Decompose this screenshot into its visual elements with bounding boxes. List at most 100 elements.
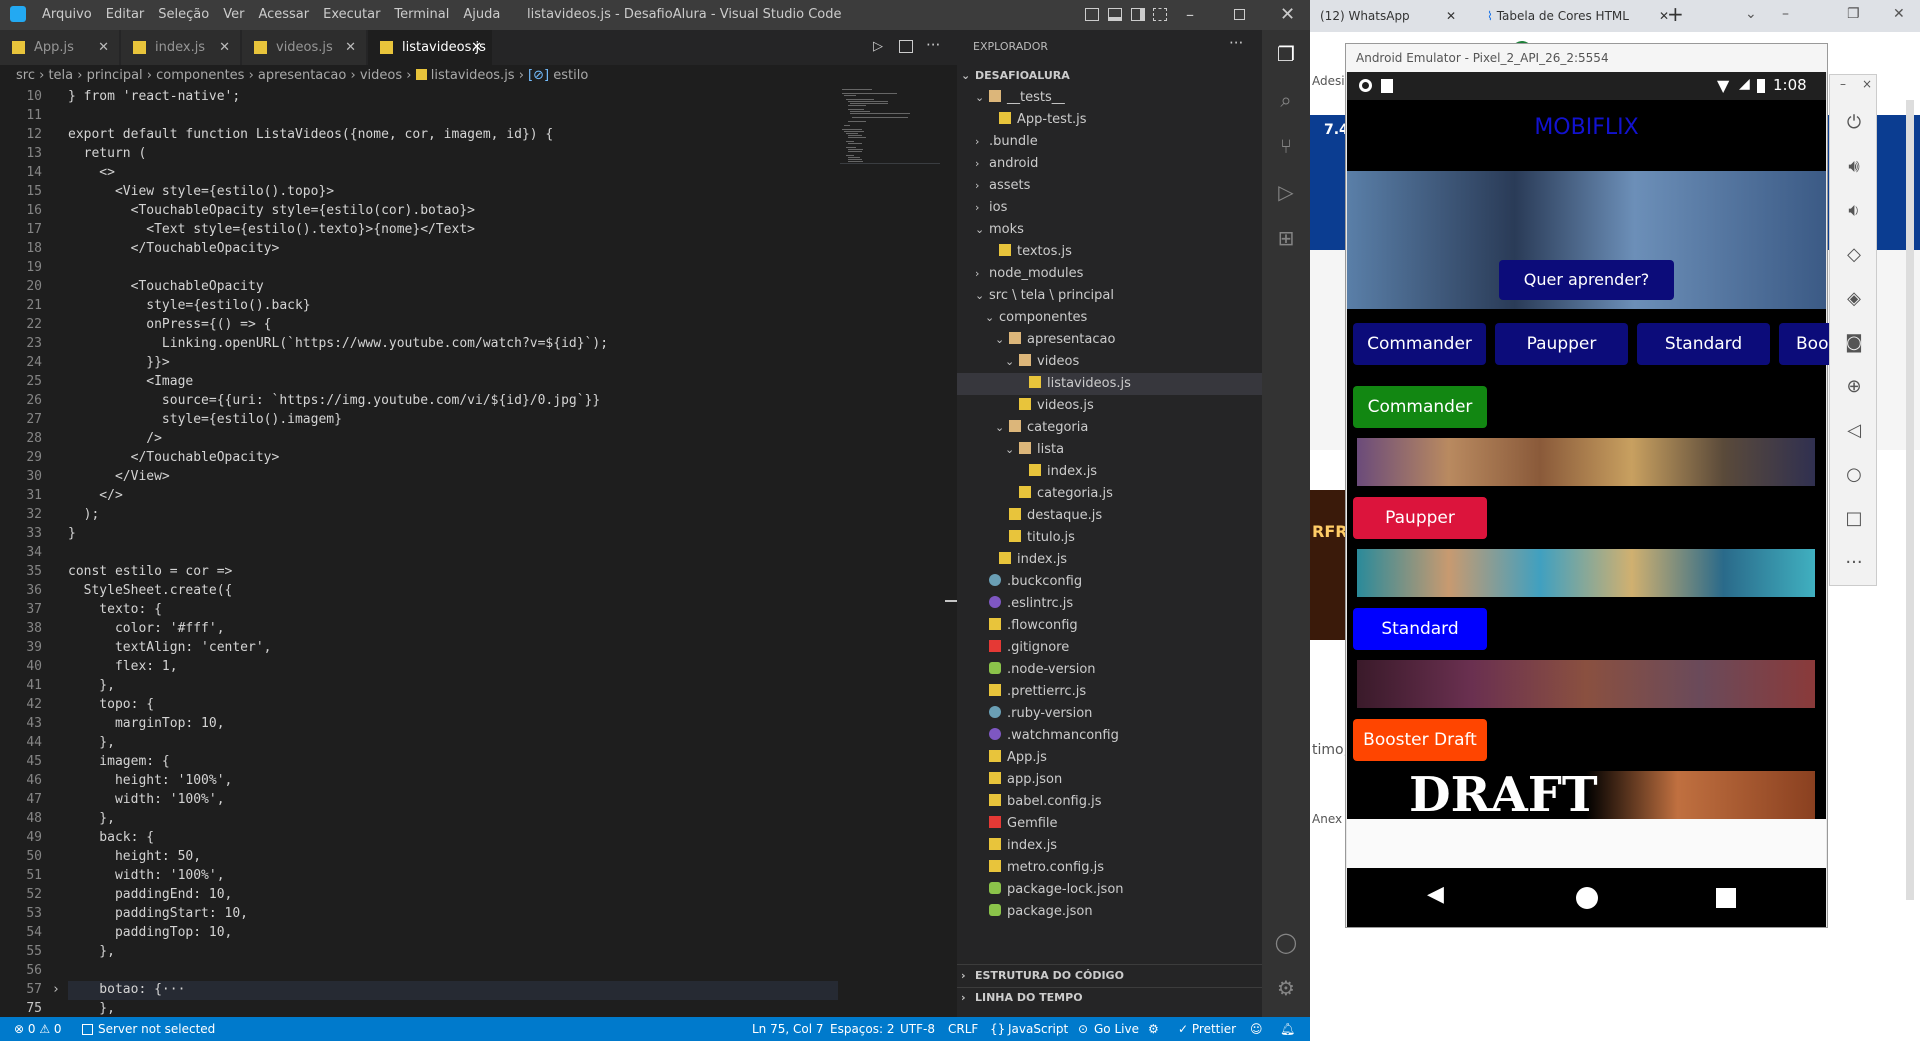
code-line[interactable]: texto: { <box>68 602 162 617</box>
minimize-icon[interactable]: – <box>1186 0 1194 30</box>
breadcrumb-item[interactable]: principal <box>87 68 143 83</box>
screenshot-icon[interactable]: ◙ <box>1842 331 1866 355</box>
close-tab-icon[interactable]: ✕ <box>98 30 109 65</box>
gear-status-icon[interactable]: ⚙ <box>1148 1017 1159 1041</box>
code-line[interactable]: /> <box>68 431 162 446</box>
code-line[interactable]: }}> <box>68 355 169 370</box>
close-window-icon[interactable]: ✕ <box>1280 0 1295 30</box>
explorer-more-icon[interactable]: ··· <box>1229 34 1243 52</box>
code-line[interactable]: <Text style={estilo().texto}>{nome}</Tex… <box>68 222 475 237</box>
cursor-position[interactable]: Ln 75, Col 7 <box>752 1017 824 1041</box>
file-tree-item[interactable]: › ios <box>957 197 1262 219</box>
category-button-standard[interactable]: Standard <box>1353 608 1487 650</box>
file-tree-item[interactable]: .watchmanconfig <box>957 725 1262 747</box>
encoding-status[interactable]: UTF-8 <box>900 1017 935 1041</box>
file-tree-item[interactable]: .prettierrc.js <box>957 681 1262 703</box>
code-line[interactable]: </TouchableOpacity> <box>68 450 280 465</box>
code-line[interactable]: } <box>68 526 76 541</box>
toggle-secondary-sidebar-icon[interactable] <box>1131 8 1145 21</box>
indentation-status[interactable]: Espaços: 2 <box>830 1017 895 1041</box>
file-tree-item[interactable]: destaque.js <box>957 505 1262 527</box>
split-editor-icon[interactable] <box>899 40 913 53</box>
extensions-icon[interactable]: ⊞ <box>1274 226 1298 250</box>
run-debug-icon[interactable]: ▷ <box>1274 180 1298 204</box>
file-tree-item[interactable]: App.js <box>957 747 1262 769</box>
code-line[interactable]: height: 50, <box>68 849 201 864</box>
close-tab-icon[interactable]: ✕ <box>471 30 482 65</box>
code-editor[interactable]: 10} from 'react-native'; 11 12 export defau… <box>0 87 957 1017</box>
video-thumbnail-booster-draft[interactable]: DRAFT <box>1357 771 1815 819</box>
tab-listavideos-js[interactable]: listavideos.js ✕ <box>368 30 493 65</box>
customize-layout-icon[interactable] <box>1153 8 1167 21</box>
code-line[interactable]: width: '100%', <box>68 792 225 807</box>
video-thumbnail-paupper[interactable] <box>1357 549 1815 597</box>
code-line[interactable]: topo: { <box>68 697 154 712</box>
file-tree-item[interactable]: categoria.js <box>957 483 1262 505</box>
volume-down-icon[interactable]: 🔉︎ <box>1842 199 1866 223</box>
file-tree-item[interactable]: textos.js <box>957 241 1262 263</box>
prettier-status[interactable]: ✓ Prettier <box>1178 1017 1236 1041</box>
power-icon[interactable]: ⏻ <box>1842 111 1866 135</box>
file-tree-item[interactable]: app.json <box>957 769 1262 791</box>
code-line[interactable]: Linking.openURL(`https://www.youtube.com… <box>68 336 608 351</box>
file-tree-item[interactable]: ⌄ lista <box>957 439 1262 461</box>
breadcrumb-item[interactable]: estilo <box>553 68 588 83</box>
category-button-commander[interactable]: Commander <box>1353 386 1487 428</box>
back-icon[interactable]: ◁ <box>1842 419 1866 443</box>
code-line[interactable]: style={estilo().imagem} <box>68 412 342 427</box>
minimize-icon[interactable]: – <box>1782 6 1789 22</box>
overview-icon[interactable]: □ <box>1842 507 1866 531</box>
tab-search-chevron-icon[interactable]: ⌄ <box>1745 6 1757 22</box>
file-tree-item[interactable]: package.json <box>957 901 1262 923</box>
file-tree-item[interactable]: App-test.js <box>957 109 1262 131</box>
file-tree-item[interactable]: ⌄ apresentacao <box>957 329 1262 351</box>
breadcrumb-item[interactable]: componentes <box>156 68 244 83</box>
code-line[interactable]: textAlign: 'center', <box>68 640 272 655</box>
file-tree-item[interactable]: babel.config.js <box>957 791 1262 813</box>
feedback-icon[interactable]: ☺ <box>1250 1017 1263 1041</box>
code-line[interactable]: paddingEnd: 10, <box>68 887 232 902</box>
back-icon[interactable]: ◀ <box>1427 882 1444 907</box>
tab-paupper[interactable]: Paupper <box>1495 323 1628 365</box>
menu-terminal[interactable]: Terminal <box>394 0 449 30</box>
code-line[interactable]: const estilo = cor => <box>68 564 232 579</box>
accounts-icon[interactable]: ◯ <box>1274 930 1298 954</box>
tab-commander[interactable]: Commander <box>1353 323 1486 365</box>
file-tree-item[interactable]: .flowconfig <box>957 615 1262 637</box>
file-tree-item[interactable]: metro.config.js <box>957 857 1262 879</box>
breadcrumb-item[interactable]: listavideos.js <box>431 68 515 83</box>
close-tab-icon[interactable]: ✕ <box>1446 0 1456 32</box>
toggle-sidebar-icon[interactable] <box>1085 8 1099 21</box>
code-line[interactable]: botao: {··· <box>68 982 185 997</box>
breadcrumb-item[interactable]: tela <box>48 68 73 83</box>
breadcrumb-item[interactable]: videos <box>360 68 402 83</box>
code-line[interactable]: imagem: { <box>68 754 169 769</box>
code-line[interactable]: <View style={estilo().topo}> <box>68 184 334 199</box>
code-line[interactable]: <TouchableOpacity style={estilo(cor).bot… <box>68 203 475 218</box>
code-line[interactable]: height: '100%', <box>68 773 232 788</box>
file-tree-item[interactable]: ⌄ videos <box>957 351 1262 373</box>
hero-button[interactable]: Quer aprender? <box>1499 260 1674 300</box>
language-mode[interactable]: JavaScript <box>1008 1017 1068 1041</box>
close-tab-icon[interactable]: ✕ <box>345 30 356 65</box>
problems-status[interactable]: ⊗ 0 ⚠ 0 <box>14 1017 62 1041</box>
code-line[interactable]: color: '#fff', <box>68 621 225 636</box>
more-actions-icon[interactable]: ··· <box>926 36 940 54</box>
code-line[interactable]: paddingStart: 10, <box>68 906 248 921</box>
source-control-icon[interactable]: ⑂ <box>1274 134 1298 158</box>
file-tree-item[interactable]: listavideos.js <box>957 373 1262 395</box>
more-options-icon[interactable]: ··· <box>1842 551 1866 575</box>
code-line[interactable]: export default function ListaVideos({nom… <box>68 127 553 142</box>
file-tree-item[interactable]: package-lock.json <box>957 879 1262 901</box>
file-tree-item[interactable]: › node_modules <box>957 263 1262 285</box>
code-line[interactable]: </> <box>68 488 123 503</box>
toggle-panel-icon[interactable] <box>1108 8 1122 21</box>
code-line[interactable]: marginTop: 10, <box>68 716 225 731</box>
file-tree-item[interactable]: .node-version <box>957 659 1262 681</box>
code-line[interactable]: <TouchableOpacity <box>68 279 264 294</box>
tab-standard[interactable]: Standard <box>1637 323 1770 365</box>
category-button-paupper[interactable]: Paupper <box>1353 497 1487 539</box>
home-icon[interactable]: ○ <box>1842 463 1866 487</box>
breadcrumb-item[interactable]: apresentacao <box>258 68 346 83</box>
maximize-icon[interactable] <box>1234 9 1245 20</box>
